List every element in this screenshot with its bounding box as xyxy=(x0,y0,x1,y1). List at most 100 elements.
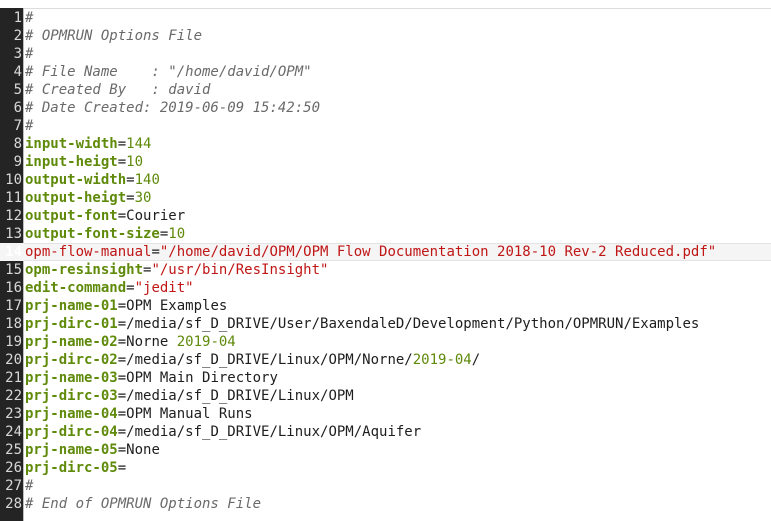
code-line[interactable]: 9 input-heigt=10 xyxy=(0,153,771,171)
code-line[interactable]: 26 prj-dirc-05= xyxy=(0,459,771,477)
token-key: output-font-size xyxy=(25,226,160,242)
token-plain: = xyxy=(117,424,127,440)
code-line[interactable]: 22 prj-dirc-03=/media/sf_D_DRIVE/Linux/OP… xyxy=(0,387,771,405)
token-comment: # xyxy=(25,10,34,26)
code-line[interactable]: 11 output-heigt=30 xyxy=(0,189,771,207)
token-string: "jedit" xyxy=(134,280,194,296)
line-text: input-heigt=10 xyxy=(25,153,143,171)
line-number: 3 xyxy=(13,46,22,62)
token-comment: # File Name : "/home/david/OPM" xyxy=(25,64,312,80)
token-number: 30 xyxy=(134,190,152,206)
line-text: prj-name-04=OPM Manual Runs xyxy=(25,405,253,423)
token-plain: /media/sf_D_DRIVE/Linux/OPM/Norne/ xyxy=(126,352,413,368)
line-text: prj-dirc-02=/media/sf_D_DRIVE/Linux/OPM/… xyxy=(25,351,480,369)
line-text: prj-name-05=None xyxy=(25,441,160,459)
line-number: 20 xyxy=(5,352,22,368)
code-line[interactable]: 13 output-font-size=10 xyxy=(0,225,771,243)
text-area[interactable]: 1 #2 # OPMRUN Options File 3 #4 # File Name :… xyxy=(0,9,771,513)
code-line[interactable]: 19 prj-name-02=Norne 2019-04 xyxy=(0,333,771,351)
line-text: prj-name-02=Norne 2019-04 xyxy=(25,333,236,351)
text-editor[interactable]: 1 #2 # OPMRUN Options File 3 #4 # File Name :… xyxy=(0,0,771,521)
code-line[interactable]: 16 edit-command="jedit" xyxy=(0,279,771,297)
token-plain: = xyxy=(117,442,127,458)
line-text: # Created By : david xyxy=(25,81,210,99)
token-key: prj-name-04 xyxy=(25,406,118,422)
line-number: 12 xyxy=(5,208,22,224)
code-line[interactable]: 14 opm-flow-manual="/home/david/OPM/OPM F… xyxy=(0,243,771,261)
token-number: 2019-04 xyxy=(176,334,236,350)
code-line[interactable]: 1 # xyxy=(0,9,771,27)
code-line[interactable]: 17 prj-name-01=OPM Examples xyxy=(0,297,771,315)
line-number: 1 xyxy=(13,10,22,26)
line-number: 25 xyxy=(5,442,22,458)
token-key: opm-resinsight xyxy=(25,262,144,278)
code-line[interactable]: 3 # xyxy=(0,45,771,63)
line-text: # File Name : "/home/david/OPM" xyxy=(25,63,312,81)
code-line[interactable]: 15 opm-resinsight="/usr/bin/ResInsight" xyxy=(0,261,771,279)
line-text: # xyxy=(25,45,33,63)
line-number: 7 xyxy=(13,118,22,134)
token-plain: OPM Manual Runs xyxy=(126,406,253,422)
token-comment: # xyxy=(25,478,34,494)
line-number: 21 xyxy=(5,370,22,386)
token-plain: OPM Examples xyxy=(126,298,228,314)
line-text: # OPMRUN Options File xyxy=(25,27,202,45)
line-number: 9 xyxy=(13,154,22,170)
code-line[interactable]: 21 prj-name-03=OPM Main Directory xyxy=(0,369,771,387)
line-number: 24 xyxy=(5,424,22,440)
code-line[interactable]: 18 prj-dirc-01=/media/sf_D_DRIVE/User/Bax… xyxy=(0,315,771,333)
line-number: 16 xyxy=(5,280,22,296)
code-line[interactable]: 25 prj-name-05=None xyxy=(0,441,771,459)
token-plain: = xyxy=(117,352,127,368)
code-line[interactable]: 7 # xyxy=(0,117,771,135)
token-number: 140 xyxy=(134,172,160,188)
line-text: prj-dirc-01=/media/sf_D_DRIVE/User/Baxen… xyxy=(25,315,699,333)
code-line[interactable]: 20 prj-dirc-02=/media/sf_D_DRIVE/Linux/OP… xyxy=(0,351,771,369)
code-line[interactable]: 2 # OPMRUN Options File xyxy=(0,27,771,45)
token-key: prj-dirc-02 xyxy=(25,352,118,368)
line-text: output-font=Courier xyxy=(25,207,185,225)
code-line[interactable]: 27 # xyxy=(0,477,771,495)
token-plain: = xyxy=(117,298,127,314)
code-line[interactable]: 5 # Created By : david xyxy=(0,81,771,99)
line-number: 19 xyxy=(5,334,22,350)
code-line[interactable]: 6 # Date Created: 2019-06-09 15:42:50 xyxy=(0,99,771,117)
token-plain: = xyxy=(117,460,127,476)
line-number: 2 xyxy=(13,28,22,44)
token-plain: = xyxy=(126,190,135,206)
code-line[interactable]: 28 # End of OPMRUN Options File xyxy=(0,495,771,513)
line-number: 5 xyxy=(13,82,22,98)
token-key: output-width xyxy=(25,172,127,188)
token-plain: /media/sf_D_DRIVE/Linux/OPM xyxy=(126,388,354,404)
token-key: prj-dirc-04 xyxy=(25,424,118,440)
token-key-current: opm-flow-manual xyxy=(25,244,152,260)
token-plain: Norne xyxy=(126,334,177,350)
token-plain: = xyxy=(117,334,127,350)
line-text: edit-command="jedit" xyxy=(25,279,194,297)
token-plain: /media/sf_D_DRIVE/Linux/OPM/Aquifer xyxy=(126,424,422,440)
code-line[interactable]: 8 input-width=144 xyxy=(0,135,771,153)
token-comment: # Date Created: 2019-06-09 15:42:50 xyxy=(25,100,321,116)
token-plain: /media/sf_D_DRIVE/User/BaxendaleD/Develo… xyxy=(126,316,700,332)
line-number: 8 xyxy=(13,136,22,152)
token-key: prj-dirc-01 xyxy=(25,316,118,332)
token-plain: / xyxy=(471,352,481,368)
line-text: opm-resinsight="/usr/bin/ResInsight" xyxy=(25,261,328,279)
code-line[interactable]: 10 output-width=140 xyxy=(0,171,771,189)
code-line[interactable]: 4 # File Name : "/home/david/OPM" xyxy=(0,63,771,81)
token-key: prj-name-02 xyxy=(25,334,118,350)
code-line[interactable]: 24 prj-dirc-04=/media/sf_D_DRIVE/Linux/OP… xyxy=(0,423,771,441)
code-line[interactable]: 12 output-font=Courier xyxy=(0,207,771,225)
line-text: prj-dirc-03=/media/sf_D_DRIVE/Linux/OPM xyxy=(25,387,354,405)
line-number: 23 xyxy=(5,406,22,422)
token-key: prj-dirc-05 xyxy=(25,460,118,476)
token-plain: = xyxy=(117,154,127,170)
line-text: input-width=144 xyxy=(25,135,151,153)
token-plain: = xyxy=(117,406,127,422)
token-key: output-font xyxy=(25,208,118,224)
line-text: prj-dirc-04=/media/sf_D_DRIVE/Linux/OPM/… xyxy=(25,423,421,441)
token-number: 10 xyxy=(168,226,186,242)
line-text: prj-name-01=OPM Examples xyxy=(25,297,227,315)
code-line[interactable]: 23 prj-name-04=OPM Manual Runs xyxy=(0,405,771,423)
line-text: prj-dirc-05= xyxy=(25,459,126,477)
